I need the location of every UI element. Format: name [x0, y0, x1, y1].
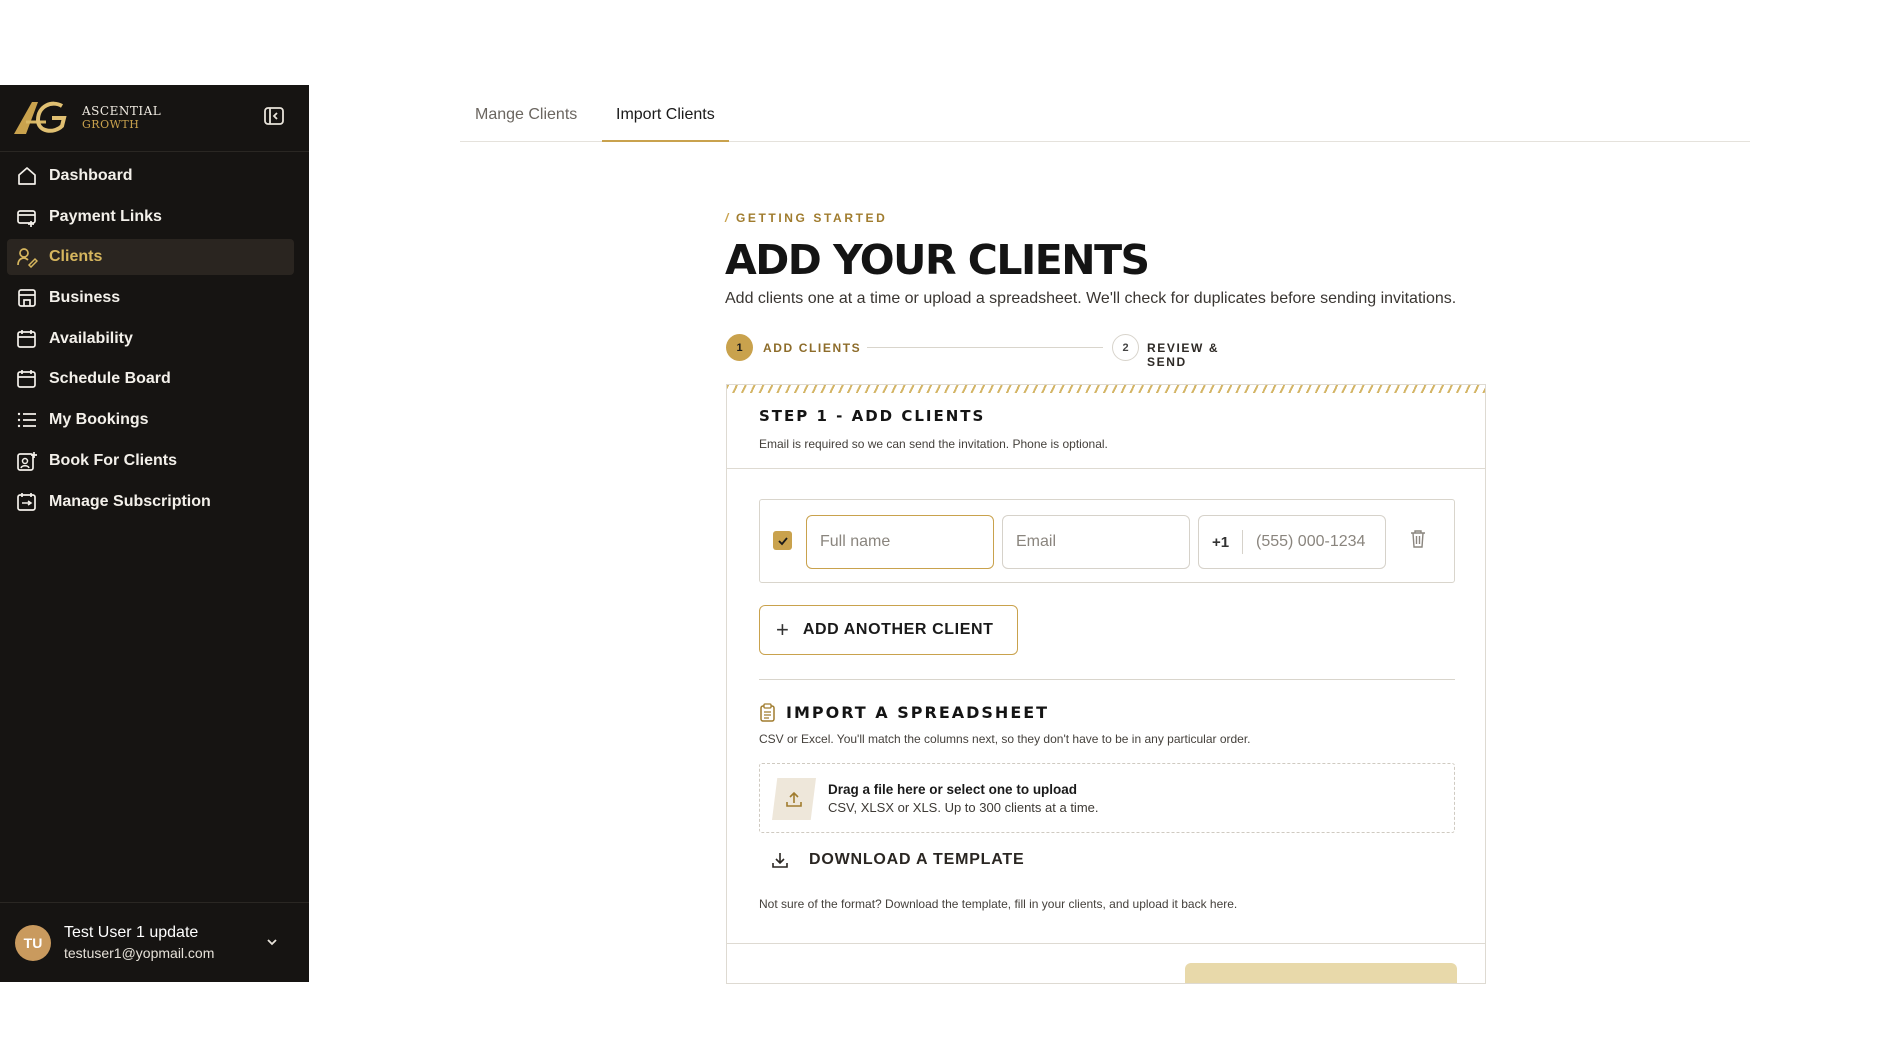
ascential-growth-logo — [14, 101, 67, 134]
active-tab-indicator — [602, 140, 729, 142]
brand-line-1: ASCENTIAL — [82, 103, 162, 118]
import-section-title: IMPORT A SPREADSHEET — [759, 703, 1049, 722]
tab-import-clients[interactable]: Import Clients — [616, 106, 715, 124]
user-info: Test User 1 update testuser1@yopmail.com — [64, 924, 214, 961]
clipboard-icon — [760, 703, 775, 722]
sidebar-item-label: My Bookings — [49, 411, 149, 429]
download-template-label: DOWNLOAD A TEMPLATE — [809, 851, 1025, 868]
row-checkbox[interactable] — [773, 531, 792, 550]
chevron-down-icon[interactable] — [265, 935, 279, 949]
sidebar-item-label: Availability — [49, 329, 133, 347]
step-1-number: 1 — [726, 334, 753, 361]
phone-input[interactable]: +1 (555) 000-1234 — [1198, 515, 1386, 569]
page-eyebrow: / GETTING STARTED — [725, 211, 887, 225]
download-icon — [772, 853, 788, 868]
continue-button[interactable] — [1185, 963, 1457, 983]
business-icon — [18, 289, 36, 307]
step-1-label: ADD CLIENTS — [763, 341, 862, 355]
file-dropzone[interactable]: Drag a file here or select one to upload… — [759, 763, 1455, 833]
sidebar-item-label: Business — [49, 289, 121, 307]
avatar: TU — [15, 924, 51, 961]
dropzone-subtitle: CSV, XLSX or XLS. Up to 300 clients at a… — [828, 800, 1099, 815]
add-another-client-button[interactable]: + ADD ANOTHER CLIENT — [759, 605, 1018, 655]
user-email: testuser1@yopmail.com — [64, 945, 215, 961]
card-title: STEP 1 - ADD CLIENTS — [759, 407, 986, 425]
subscription-icon — [17, 492, 36, 511]
page-title: ADD YOUR CLIENTS — [725, 236, 1150, 284]
brand-line-2: GROWTH — [82, 117, 140, 131]
download-description: Not sure of the format? Download the tem… — [759, 897, 1238, 911]
trash-icon[interactable] — [1409, 529, 1427, 549]
home-icon — [18, 167, 36, 185]
sidebar-item-schedule-board[interactable]: Schedule Board — [7, 361, 294, 397]
book-clients-icon — [17, 451, 37, 471]
payment-link-icon — [17, 209, 36, 227]
user-menu[interactable]: TU Test User 1 update testuser1@yopmail.… — [0, 902, 309, 982]
sidebar-item-availability[interactable]: Availability — [7, 321, 294, 357]
sidebar-item-business[interactable]: Business — [7, 280, 294, 316]
sidebar: ASCENTIAL GROWTH Dashboard Payment Links… — [0, 85, 309, 982]
dropzone-title: Drag a file here or select one to upload — [828, 782, 1078, 797]
download-template-button[interactable]: DOWNLOAD A TEMPLATE — [771, 851, 1024, 869]
calendar-icon — [17, 329, 36, 348]
full-name-input[interactable]: Full name — [806, 515, 994, 569]
sidebar-item-label: Manage Subscription — [49, 492, 211, 510]
brand: ASCENTIAL GROWTH — [0, 85, 309, 152]
check-icon — [777, 536, 788, 545]
sidebar-item-dashboard[interactable]: Dashboard — [7, 158, 294, 194]
sidebar-item-label: Payment Links — [49, 207, 162, 225]
upload-icon — [772, 778, 816, 820]
phone-country-code[interactable]: +1 — [1199, 530, 1243, 554]
sidebar-item-label: Book For Clients — [49, 451, 178, 469]
sidebar-nav: Dashboard Payment Links Clients Business… — [0, 152, 309, 520]
plus-icon: + — [776, 617, 789, 642]
sidebar-item-manage-subscription[interactable]: Manage Subscription — [7, 484, 294, 520]
sidebar-item-label: Dashboard — [49, 167, 133, 184]
sidebar-item-label: Clients — [49, 248, 103, 266]
brand-name: ASCENTIAL GROWTH — [82, 103, 162, 131]
collapse-sidebar-icon[interactable] — [263, 105, 285, 127]
sidebar-item-clients[interactable]: Clients — [7, 239, 294, 276]
import-description: CSV or Excel. You'll match the columns n… — [759, 732, 1251, 746]
sidebar-item-payment-links[interactable]: Payment Links — [7, 199, 294, 235]
card-stripe — [727, 385, 1485, 393]
email-input[interactable]: Email — [1002, 515, 1190, 569]
list-icon — [17, 412, 36, 428]
schedule-icon — [17, 370, 36, 389]
add-another-client-label: ADD ANOTHER CLIENT — [802, 621, 994, 638]
clients-icon — [17, 248, 38, 269]
step-2-number: 2 — [1112, 334, 1139, 361]
tab-manage-clients[interactable]: Mange Clients — [475, 106, 577, 124]
card-description: Email is required so we can send the inv… — [759, 437, 1108, 451]
step-connector — [867, 347, 1103, 348]
user-name: Test User 1 update — [64, 924, 199, 941]
step-2-label: REVIEW & SEND — [1147, 341, 1220, 369]
eyebrow-text: GETTING STARTED — [735, 211, 888, 225]
card-header: STEP 1 - ADD CLIENTS Email is required s… — [727, 393, 1485, 469]
section-divider — [759, 679, 1455, 680]
add-clients-card: STEP 1 - ADD CLIENTS Email is required s… — [726, 384, 1486, 984]
phone-placeholder: (555) 000-1234 — [1256, 533, 1366, 550]
sidebar-item-label: Schedule Board — [49, 370, 171, 388]
sidebar-item-my-bookings[interactable]: My Bookings — [7, 402, 294, 438]
tab-bar: Mange Clients Import Clients — [460, 85, 1750, 142]
stepper: 1 ADD CLIENTS 2 REVIEW & SEND — [726, 334, 1261, 369]
client-row: Full name Email +1 (555) 000-1234 — [759, 499, 1455, 583]
card-footer-divider — [727, 943, 1485, 944]
page-subtitle: Add clients one at a time or upload a sp… — [725, 290, 1457, 307]
sidebar-item-book-for-clients[interactable]: Book For Clients — [7, 443, 294, 479]
import-title-text: IMPORT A SPREADSHEET — [786, 703, 1050, 722]
eyebrow-slash-icon: / — [725, 211, 731, 225]
